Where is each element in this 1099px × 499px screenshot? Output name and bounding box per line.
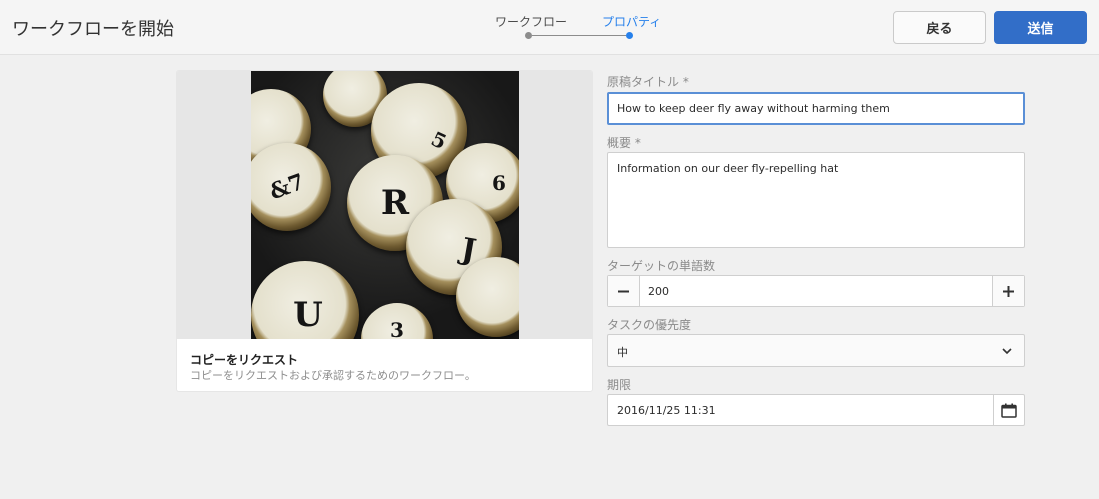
minus-icon (618, 290, 629, 292)
typewriter-key-label: U (293, 295, 323, 335)
calendar-button[interactable] (993, 395, 1024, 425)
wizard-step-workflow-dot (525, 32, 532, 39)
typewriter-keys-image: 5 6 &7 R J U 3 (251, 71, 519, 339)
back-button[interactable]: 戻る (893, 11, 986, 44)
typewriter-key: U (251, 261, 359, 339)
word-count-label: ターゲットの単語数 (607, 259, 716, 273)
chevron-down-icon (1002, 348, 1012, 355)
typewriter-key-label: 3 (390, 318, 404, 339)
workflow-card-image-area: 5 6 &7 R J U 3 (177, 71, 592, 339)
title-input-value: How to keep deer fly away without harmin… (617, 102, 890, 115)
submit-button[interactable]: 送信 (994, 11, 1087, 44)
plus-icon (1003, 285, 1014, 297)
typewriter-key-label: &7 (266, 168, 308, 206)
page-title: ワークフローを開始 (12, 19, 174, 40)
wizard-step-properties-dot (626, 32, 633, 39)
wizard-progress-line (532, 35, 626, 36)
summary-label: 概要 * (607, 136, 641, 150)
decrement-button[interactable] (608, 276, 640, 306)
title-label: 原稿タイトル * (607, 75, 689, 89)
due-date-value: 2016/11/25 11:31 (617, 404, 716, 417)
word-count-stepper[interactable]: 200 (607, 275, 1025, 307)
increment-button[interactable] (992, 276, 1024, 306)
workflow-card-title: コピーをリクエスト (190, 353, 299, 367)
priority-select-value: 中 (617, 346, 628, 359)
top-bar: ワークフローを開始 ワークフロー プロパティ 戻る 送信 (0, 0, 1099, 55)
priority-select[interactable]: 中 (607, 334, 1025, 367)
typewriter-key: 3 (361, 303, 433, 339)
summary-textarea[interactable]: Information on our deer fly-repelling ha… (607, 152, 1025, 248)
priority-label: タスクの優先度 (607, 318, 692, 332)
due-date-input[interactable]: 2016/11/25 11:31 (607, 394, 1025, 426)
word-count-value: 200 (648, 285, 669, 298)
workflow-card[interactable]: 5 6 &7 R J U 3 コピーをリクエスト コピーをリクエストおよび承認す… (176, 70, 593, 392)
workflow-card-description: コピーをリクエストおよび承認するためのワークフロー。 (190, 369, 476, 382)
due-date-label: 期限 (607, 378, 632, 392)
typewriter-key: &7 (251, 143, 331, 231)
title-input[interactable]: How to keep deer fly away without harmin… (607, 92, 1025, 125)
wizard-step-properties[interactable]: プロパティ (602, 13, 661, 30)
wizard-step-workflow[interactable]: ワークフロー (495, 13, 567, 30)
wizard-progress: ワークフロー プロパティ (490, 12, 670, 44)
summary-textarea-value: Information on our deer fly-repelling ha… (617, 162, 839, 175)
calendar-icon (1001, 403, 1017, 418)
